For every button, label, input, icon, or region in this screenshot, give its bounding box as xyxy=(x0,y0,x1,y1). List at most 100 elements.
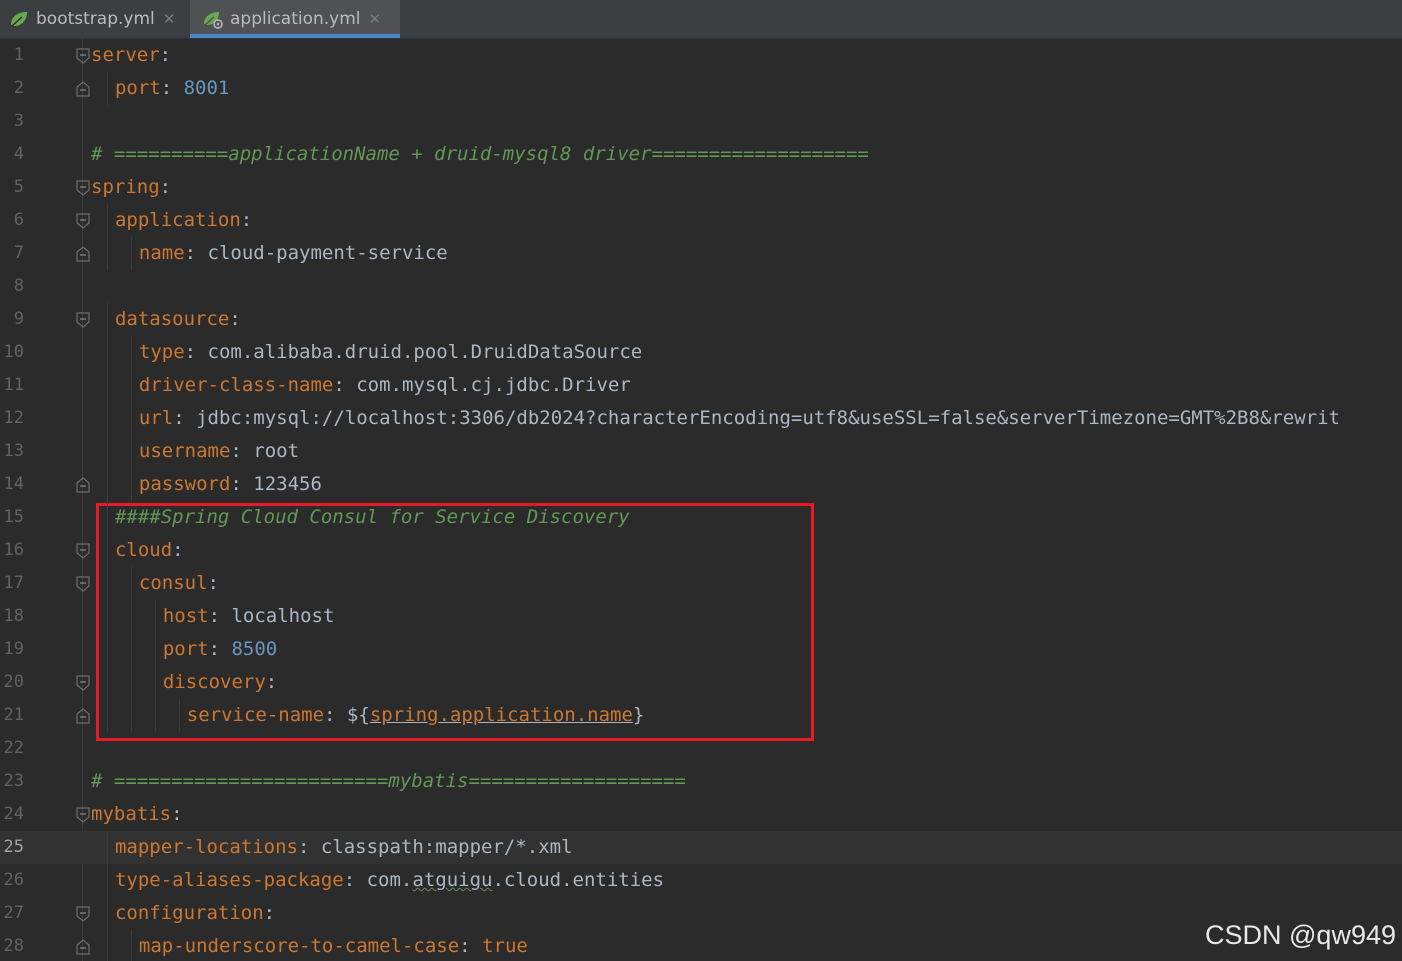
code-line[interactable]: 14 password: 123456 xyxy=(0,468,1402,501)
code-editor[interactable]: 1 server: 2 port: 8001 3 4 # ==========applica… xyxy=(0,39,1402,961)
line-number: 19 xyxy=(3,639,24,659)
indent-guide xyxy=(130,930,132,961)
code-token: name xyxy=(138,242,185,264)
code-line[interactable]: 11 driver-class-name: com.mysql.cj.jdbc.D… xyxy=(0,369,1402,402)
code-token: : xyxy=(173,407,197,429)
code-line[interactable]: 23 # ========================mybatis=====… xyxy=(0,765,1402,798)
fold-marker-icon[interactable] xyxy=(76,708,90,724)
tab-bootstrap-yml[interactable]: bootstrap.yml ✕ xyxy=(0,0,188,38)
indent-guide xyxy=(106,930,108,961)
fold-marker-icon[interactable] xyxy=(76,576,90,592)
code-line[interactable]: 13 username: root xyxy=(0,435,1402,468)
code-line[interactable]: 10 type: com.alibaba.druid.pool.DruidData… xyxy=(0,336,1402,369)
code-line[interactable]: 28 map-underscore-to-camel-case: true xyxy=(0,930,1402,961)
code-token: ####Spring Cloud Consul for Service Disc… xyxy=(114,506,630,528)
code-token: spring.application.name xyxy=(369,704,633,726)
indent-guide xyxy=(130,435,132,468)
line-number: 23 xyxy=(3,771,24,791)
fold-marker-icon[interactable] xyxy=(76,939,90,955)
indent-guide xyxy=(154,666,156,699)
code-line[interactable]: 6 application: xyxy=(0,204,1402,237)
indent-guide xyxy=(154,699,156,732)
code-token: driver-class-name xyxy=(138,374,334,396)
fold-marker-icon[interactable] xyxy=(76,48,90,64)
code-line[interactable]: 18 host: localhost xyxy=(0,600,1402,633)
code-line[interactable]: 27 configuration: xyxy=(0,897,1402,930)
code-token: : xyxy=(184,242,208,264)
line-number: 22 xyxy=(3,738,24,758)
line-number: 1 xyxy=(13,45,24,65)
code-line[interactable]: 20 discovery: xyxy=(0,666,1402,699)
editor-tab-bar: bootstrap.yml ✕ application.yml ✕ xyxy=(0,0,1402,39)
tab-application-yml[interactable]: application.yml ✕ xyxy=(190,0,400,38)
close-icon[interactable]: ✕ xyxy=(163,10,176,28)
code-token: : xyxy=(172,539,184,561)
fold-marker-icon[interactable] xyxy=(76,180,90,196)
ide-window: bootstrap.yml ✕ application.yml ✕ 1 serve… xyxy=(0,0,1402,961)
line-number: 17 xyxy=(3,573,24,593)
code-token: spring xyxy=(91,176,160,198)
code-line[interactable]: 7 name: cloud-payment-service xyxy=(0,237,1402,270)
fold-marker-icon[interactable] xyxy=(76,675,90,691)
code-line[interactable]: 8 xyxy=(0,270,1402,303)
code-line[interactable]: 1 server: xyxy=(0,39,1402,72)
indent-guide xyxy=(106,402,108,435)
code-text: port: 8500 xyxy=(163,633,277,666)
code-line[interactable]: 5 spring: xyxy=(0,171,1402,204)
code-token: : xyxy=(459,935,483,957)
code-line[interactable]: 2 port: 8001 xyxy=(0,72,1402,105)
code-line[interactable]: 16 cloud: xyxy=(0,534,1402,567)
code-token: : xyxy=(230,440,254,462)
code-token: # ==========applicationName + druid-mysq… xyxy=(91,143,869,165)
fold-marker-icon[interactable] xyxy=(76,312,90,328)
code-token: configuration xyxy=(114,902,264,924)
line-number: 9 xyxy=(13,309,24,329)
code-line[interactable]: 9 datasource: xyxy=(0,303,1402,336)
code-line[interactable]: 17 consul: xyxy=(0,567,1402,600)
code-line[interactable]: 4 # ==========applicationName + druid-mys… xyxy=(0,138,1402,171)
line-number: 21 xyxy=(3,705,24,725)
code-token: : xyxy=(343,869,367,891)
code-line[interactable]: 12 url: jdbc:mysql://localhost:3306/db202… xyxy=(0,402,1402,435)
code-text: cloud: xyxy=(115,534,184,567)
code-token: password xyxy=(138,473,231,495)
fold-marker-icon[interactable] xyxy=(76,246,90,262)
code-token: : xyxy=(159,44,172,66)
code-line[interactable]: 3 xyxy=(0,105,1402,138)
indent-guide xyxy=(130,567,132,600)
indent-guide xyxy=(154,633,156,666)
indent-guide xyxy=(106,435,108,468)
indent-guide xyxy=(106,534,108,567)
code-line[interactable]: 26 type-aliases-package: com.atguigu.clou… xyxy=(0,864,1402,897)
code-token: : xyxy=(160,77,184,99)
code-token: : xyxy=(265,671,278,693)
code-text: driver-class-name: com.mysql.cj.jdbc.Dri… xyxy=(139,369,631,402)
fold-marker-icon[interactable] xyxy=(76,543,90,559)
fold-marker-icon[interactable] xyxy=(76,81,90,97)
code-text: name: cloud-payment-service xyxy=(139,237,448,270)
fold-marker-icon[interactable] xyxy=(76,477,90,493)
code-line[interactable]: 15 ####Spring Cloud Consul for Service Di… xyxy=(0,501,1402,534)
fold-marker-icon[interactable] xyxy=(76,906,90,922)
fold-marker-icon[interactable] xyxy=(76,807,90,823)
indent-guide xyxy=(106,369,108,402)
code-text: # ==========applicationName + druid-mysq… xyxy=(91,138,869,171)
code-text: configuration: xyxy=(115,897,275,930)
code-token: url xyxy=(138,407,174,429)
close-icon[interactable]: ✕ xyxy=(369,10,382,28)
code-token: : xyxy=(208,638,232,660)
code-line[interactable]: 25 mapper-locations: classpath:mapper/*.x… xyxy=(0,831,1402,864)
code-token: mapper-locations xyxy=(114,836,298,858)
line-number: 24 xyxy=(3,804,24,824)
line-number: 25 xyxy=(3,837,24,857)
line-number: 11 xyxy=(3,375,24,395)
code-line[interactable]: 19 port: 8500 xyxy=(0,633,1402,666)
code-text: map-underscore-to-camel-case: true xyxy=(139,930,528,961)
fold-marker-icon[interactable] xyxy=(76,213,90,229)
line-number: 2 xyxy=(13,78,24,98)
code-line[interactable]: 21 service-name: ${spring.application.nam… xyxy=(0,699,1402,732)
code-line[interactable]: 22 xyxy=(0,732,1402,765)
code-token: 8001 xyxy=(183,77,230,99)
indent-guide xyxy=(106,897,108,930)
code-line[interactable]: 24 mybatis: xyxy=(0,798,1402,831)
